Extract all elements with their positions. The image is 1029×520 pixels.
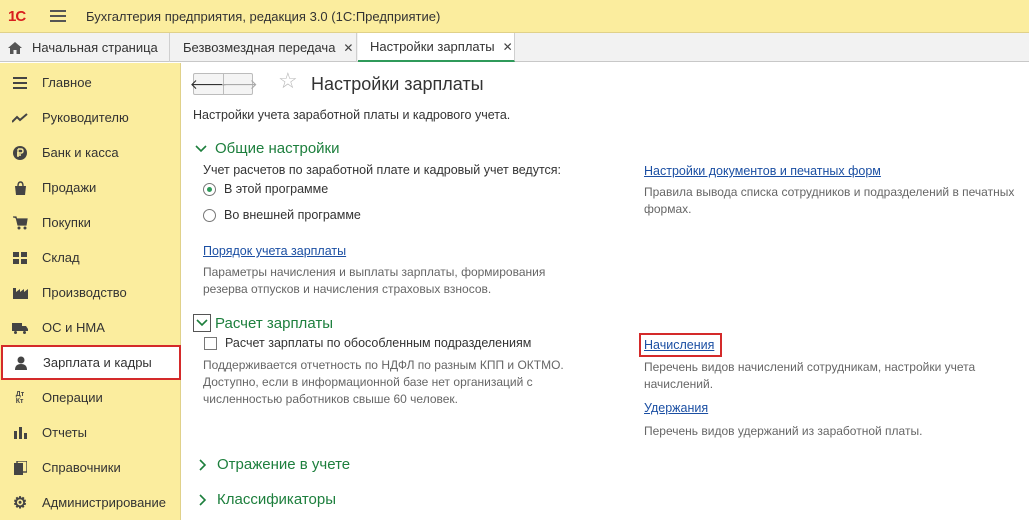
dt-kt-icon: Дт Кт [15, 390, 25, 405]
section-accounting-reflection[interactable]: Отражение в учете [197, 456, 350, 473]
sidebar-item-warehouse[interactable]: Склад [0, 240, 181, 275]
sidebar-item-purchases[interactable]: Покупки [0, 205, 181, 240]
main-content: 🡐 🡒 ☆ Настройки зарплаты Настройки учета… [182, 63, 1029, 520]
app-logo: 1С [8, 8, 26, 25]
section-general-settings[interactable]: Общие настройки [195, 140, 340, 157]
sidebar-item-bank[interactable]: Банк и касса [0, 135, 181, 170]
chevron-right-icon [197, 493, 209, 506]
tab-label: Безвозмездная передача [183, 40, 336, 55]
deductions-description: Перечень видов удержаний из заработной п… [644, 424, 923, 438]
accruals-description: Перечень видов начислений сотрудникам, н… [644, 360, 976, 391]
document-settings-description: Правила вывода списка сотрудников и подр… [644, 185, 1015, 216]
sidebar-item-label: Главное [42, 75, 92, 90]
menu-lines-icon [12, 75, 28, 91]
sidebar-item-label: Отчеты [42, 425, 87, 440]
grid-icon [12, 250, 28, 266]
link-deductions[interactable]: Удержания [644, 401, 708, 415]
sidebar-item-label: ОС и НМА [42, 320, 105, 335]
trend-icon [12, 110, 28, 126]
sidebar-item-label: Производство [42, 285, 127, 300]
payroll-order-description: Параметры начисления и выплаты зарплаты,… [203, 265, 546, 296]
title-bar: 1С Бухгалтерия предприятия, редакция 3.0… [0, 0, 1029, 33]
checkbox-separate-divisions[interactable]: Расчет зарплаты по обособленным подразде… [204, 336, 531, 350]
link-accruals[interactable]: Начисления [644, 338, 714, 352]
tab-gratuitous-transfer[interactable]: Безвозмездная передача ✕ [171, 33, 357, 62]
accounting-question: Учет расчетов по заработной плате и кадр… [203, 163, 562, 177]
favorite-star-icon[interactable]: ☆ [278, 70, 298, 92]
sidebar-item-label: Справочники [42, 460, 121, 475]
books-icon [12, 460, 28, 476]
sidebar-item-label: Руководителю [42, 110, 129, 125]
cart-icon [12, 215, 28, 231]
home-icon [8, 41, 22, 54]
sidebar-item-admin[interactable]: ⚙ Администрирование [0, 485, 181, 520]
section-heading: Классификаторы [217, 491, 337, 508]
tab-label: Настройки зарплаты [370, 39, 495, 54]
tab-home[interactable]: Начальная страница [0, 33, 170, 62]
sidebar-item-label: Склад [42, 250, 80, 265]
page-description: Настройки учета заработной платы и кадро… [193, 108, 511, 122]
truck-icon [12, 320, 28, 336]
person-icon [13, 355, 29, 371]
chevron-down-icon [193, 314, 211, 332]
app-title: Бухгалтерия предприятия, редакция 3.0 (1… [86, 9, 441, 24]
sidebar-item-directories[interactable]: Справочники [0, 450, 181, 485]
radio-circle [203, 182, 216, 196]
radio-this-program[interactable]: В этой программе [203, 182, 328, 196]
close-icon[interactable]: ✕ [343, 41, 353, 55]
tab-payroll-settings[interactable]: Настройки зарплаты ✕ [358, 33, 515, 62]
sidebar-item-operations[interactable]: Дт Кт Операции [0, 380, 181, 415]
bar-chart-icon [12, 425, 28, 441]
sidebar-item-production[interactable]: Производство [0, 275, 181, 310]
link-document-settings[interactable]: Настройки документов и печатных форм [644, 164, 881, 178]
section-payroll-calculation[interactable]: Расчет зарплаты [193, 314, 333, 332]
sidebar-item-manager[interactable]: Руководителю [0, 100, 181, 135]
sidebar-item-fixed-assets[interactable]: ОС и НМА [0, 310, 181, 345]
checkbox-box [204, 336, 217, 350]
section-heading: Отражение в учете [217, 456, 351, 473]
chevron-right-icon [197, 458, 209, 471]
sidebar-item-label: Продажи [42, 180, 97, 195]
tabs-bar: Начальная страница Безвозмездная передач… [0, 33, 1029, 62]
sidebar: Главное Руководителю Банк и касса Продаж… [0, 63, 181, 520]
section-heading: Общие настройки [215, 140, 340, 157]
sidebar-item-label: Администрирование [42, 495, 166, 510]
page-title: Настройки зарплаты [311, 74, 484, 94]
ruble-coin-icon [12, 145, 28, 161]
radio-label: В этой программе [224, 182, 329, 196]
sidebar-item-label: Покупки [42, 215, 91, 230]
radio-circle [203, 208, 216, 222]
checkbox-label: Расчет зарплаты по обособленным подразде… [225, 336, 532, 350]
sidebar-item-main[interactable]: Главное [0, 65, 181, 100]
sidebar-item-label: Зарплата и кадры [43, 355, 152, 370]
chevron-down-icon [195, 143, 207, 155]
sidebar-item-label: Операции [42, 390, 103, 405]
radio-external-program[interactable]: Во внешней программе [203, 208, 361, 222]
gear-icon: ⚙ [12, 494, 28, 512]
section-heading: Расчет зарплаты [215, 314, 333, 332]
radio-label: Во внешней программе [224, 208, 361, 222]
nav-buttons: 🡐 🡒 [190, 73, 258, 95]
forward-arrow-icon[interactable]: 🡒 [220, 74, 258, 94]
section-classifiers[interactable]: Классификаторы [197, 491, 336, 508]
shopping-bag-icon [12, 180, 28, 196]
sidebar-item-payroll[interactable]: Зарплата и кадры [1, 345, 181, 380]
sidebar-item-label: Банк и касса [42, 145, 119, 160]
sidebar-item-sales[interactable]: Продажи [0, 170, 181, 205]
separate-divisions-description: Поддерживается отчетность по НДФЛ по раз… [203, 358, 564, 406]
close-icon[interactable]: ✕ [503, 40, 513, 54]
sidebar-item-reports[interactable]: Отчеты [0, 415, 181, 450]
tab-home-label: Начальная страница [32, 40, 158, 55]
hamburger-menu-icon[interactable] [50, 10, 66, 23]
link-payroll-order[interactable]: Порядок учета зарплаты [203, 244, 346, 258]
factory-icon [12, 285, 28, 301]
